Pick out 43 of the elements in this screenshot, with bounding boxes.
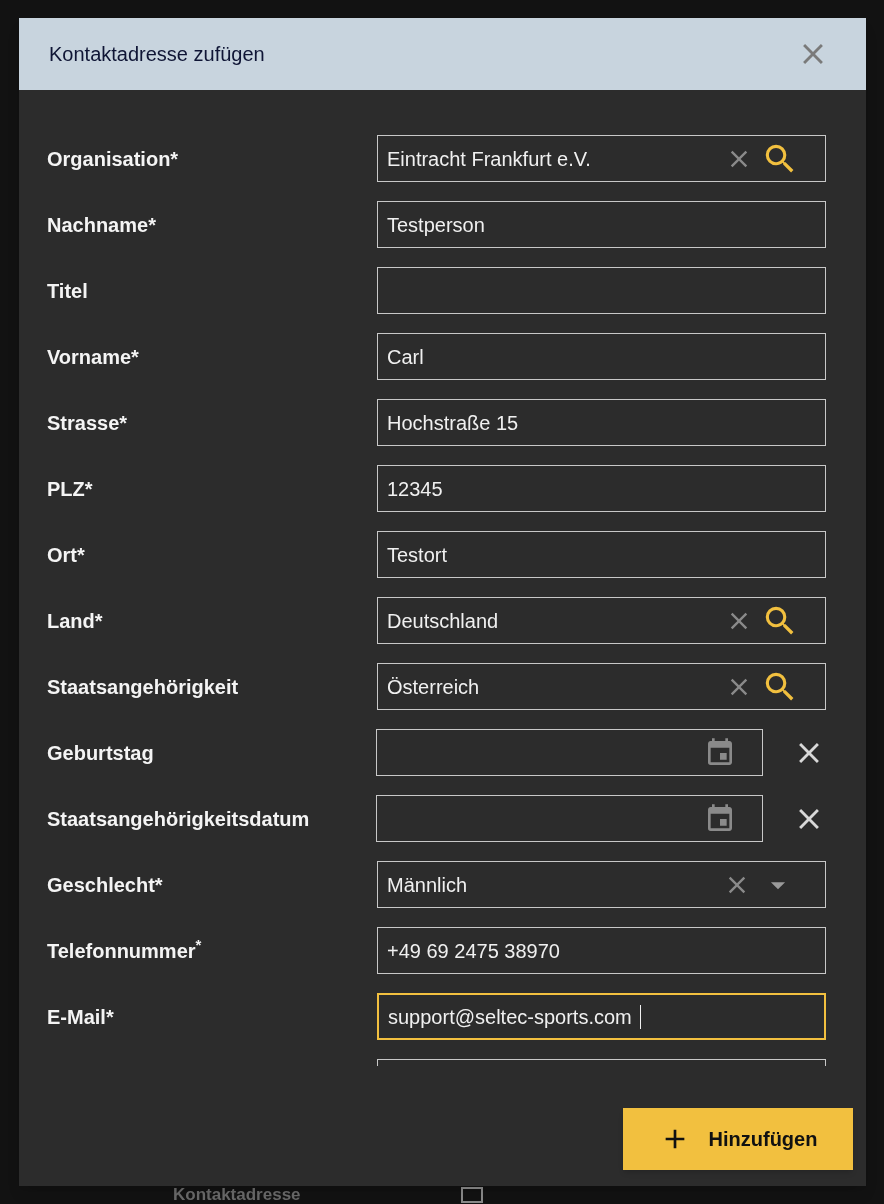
input-field[interactable]: +49 69 2475 38970 bbox=[377, 927, 826, 974]
field-label: Vorname* bbox=[47, 344, 140, 370]
field-label: E-Mail* bbox=[47, 1004, 115, 1030]
field-label: Organisation* bbox=[47, 146, 180, 172]
input-field[interactable]: Österreich bbox=[377, 663, 826, 710]
input-field[interactable] bbox=[376, 795, 763, 842]
input-field[interactable] bbox=[377, 267, 826, 314]
field-value: 12345 bbox=[387, 476, 443, 502]
input-field[interactable]: support@seltec-sports.com bbox=[377, 993, 826, 1040]
input-field[interactable]: Testort bbox=[377, 531, 826, 578]
field-label: Geschlecht* bbox=[47, 872, 164, 898]
field-value: Österreich bbox=[387, 674, 480, 700]
input-field[interactable]: Deutschland bbox=[377, 597, 826, 644]
field-label: Nachname* bbox=[47, 212, 157, 238]
field-value: Carl bbox=[387, 344, 424, 370]
field-value: Testort bbox=[387, 542, 448, 568]
input-field[interactable]: 12345 bbox=[377, 465, 826, 512]
field-value: Deutschland bbox=[387, 608, 499, 634]
field-value: +49 69 2475 38970 bbox=[387, 938, 560, 964]
input-field[interactable]: Eintracht Frankfurt e.V. bbox=[377, 135, 826, 182]
field-label: PLZ* bbox=[47, 476, 94, 502]
field-label: Geburtstag bbox=[47, 740, 155, 766]
field-label: Titel bbox=[47, 278, 89, 304]
input-field[interactable]: Hochstraße 15 bbox=[377, 399, 826, 446]
add-button[interactable]: Hinzufügen bbox=[623, 1108, 853, 1170]
input-field[interactable]: Carl bbox=[377, 333, 826, 380]
field-value: Eintracht Frankfurt e.V. bbox=[387, 146, 591, 172]
field-label: Staatsangehörigkeit bbox=[47, 674, 240, 700]
field-label: Telefonnummer$^{*}$ bbox=[47, 935, 203, 964]
field-value: Hochstraße 15 bbox=[387, 410, 519, 436]
field-label: Land* bbox=[47, 608, 104, 634]
field-value: Männlich bbox=[387, 872, 468, 898]
text-cursor bbox=[639, 1004, 641, 1029]
field-label: Ort* bbox=[47, 542, 86, 568]
input-field[interactable]: Männlich bbox=[377, 861, 826, 908]
dialog-title: Kontaktadresse zufügen bbox=[49, 42, 265, 67]
field-label: Staatsangehörigkeitsdatum bbox=[47, 806, 311, 832]
field-label: Strasse* bbox=[47, 410, 129, 436]
background-label: Kontaktadresse bbox=[173, 1187, 301, 1203]
input-field[interactable]: Testperson bbox=[377, 201, 826, 248]
field-value: support@seltec-sports.com bbox=[388, 1004, 632, 1030]
input-field[interactable] bbox=[376, 729, 763, 776]
field-value: Testperson bbox=[387, 212, 485, 238]
